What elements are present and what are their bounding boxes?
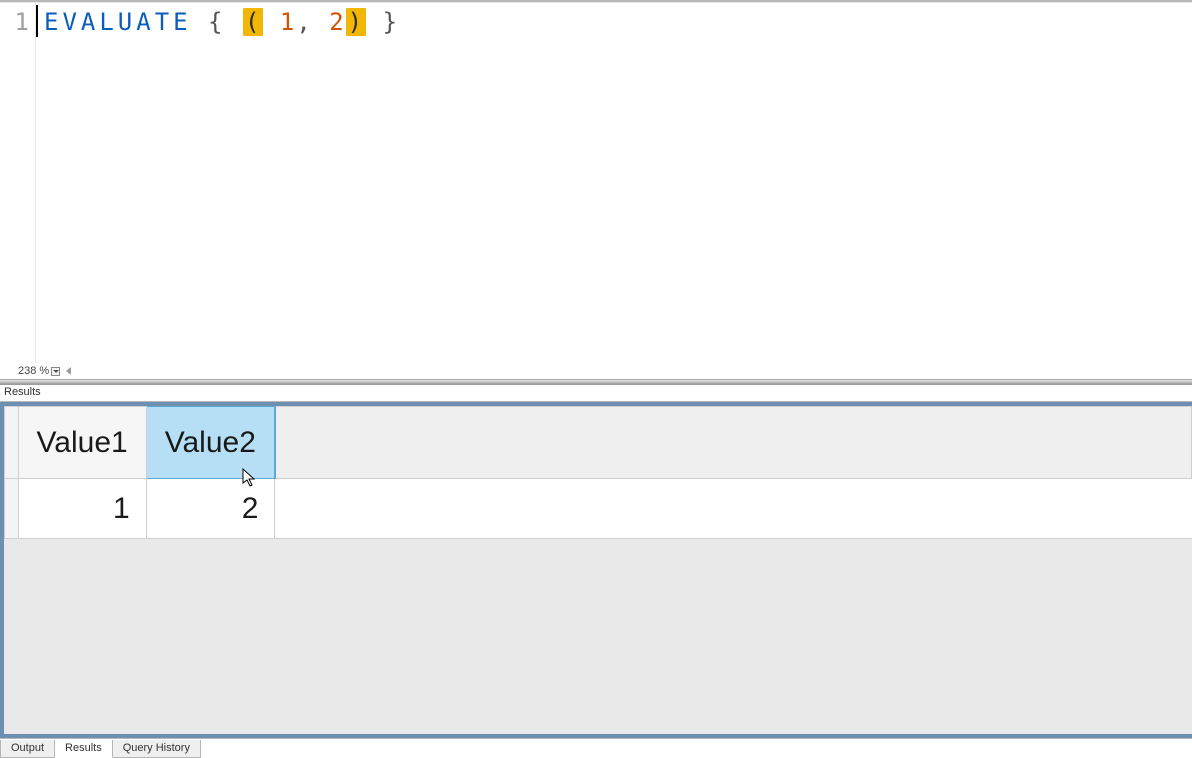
column-header[interactable]: Value1: [18, 407, 146, 479]
token-close-brace: }: [383, 8, 401, 36]
zoom-level-label[interactable]: 238 %: [18, 365, 49, 377]
tab-results[interactable]: Results: [54, 740, 113, 758]
code-editor-pane[interactable]: 1 EVALUATE { ( 1, 2) } 238 %: [0, 2, 1192, 379]
table-row[interactable]: 1 2: [5, 479, 1192, 539]
token-number: 1: [280, 8, 296, 36]
scroll-left-icon[interactable]: [66, 367, 71, 375]
corner-cell[interactable]: [5, 407, 19, 479]
column-header[interactable]: Value2: [146, 407, 275, 479]
editor-gutter: 1: [0, 3, 36, 379]
column-header-label: Value1: [37, 426, 128, 459]
line-number: 1: [0, 3, 35, 41]
column-header-label: Value2: [165, 426, 256, 459]
results-panel-label: Results: [0, 385, 1192, 401]
empty-header-space: [275, 407, 1192, 479]
token-open-brace: {: [208, 8, 226, 36]
empty-cell: [275, 479, 1192, 539]
token-open-paren: (: [243, 8, 263, 36]
tab-query-history[interactable]: Query History: [112, 740, 201, 758]
results-pane: Value1 Value2 1 2: [0, 401, 1192, 738]
editor-code-line[interactable]: EVALUATE { ( 1, 2) }: [38, 3, 1192, 361]
zoom-dropdown-icon[interactable]: [51, 367, 60, 376]
data-cell[interactable]: 2: [146, 479, 275, 539]
token-comma: ,: [296, 8, 312, 36]
token-keyword: EVALUATE: [44, 8, 192, 36]
tab-output[interactable]: Output: [0, 740, 55, 758]
results-header-row: Value1 Value2: [5, 407, 1192, 479]
row-handle[interactable]: [5, 479, 19, 539]
query-tool-window: 1 EVALUATE { ( 1, 2) } 238 % Results Val…: [0, 0, 1192, 758]
results-table[interactable]: Value1 Value2 1 2: [4, 406, 1192, 539]
token-number: 2: [329, 8, 345, 36]
bottom-tab-bar: Output Results Query History: [0, 738, 1192, 758]
results-grid[interactable]: Value1 Value2 1 2: [0, 402, 1192, 738]
editor-statusbar: 238 %: [0, 363, 1192, 379]
token-close-paren: ): [346, 8, 366, 36]
data-cell[interactable]: 1: [18, 479, 146, 539]
